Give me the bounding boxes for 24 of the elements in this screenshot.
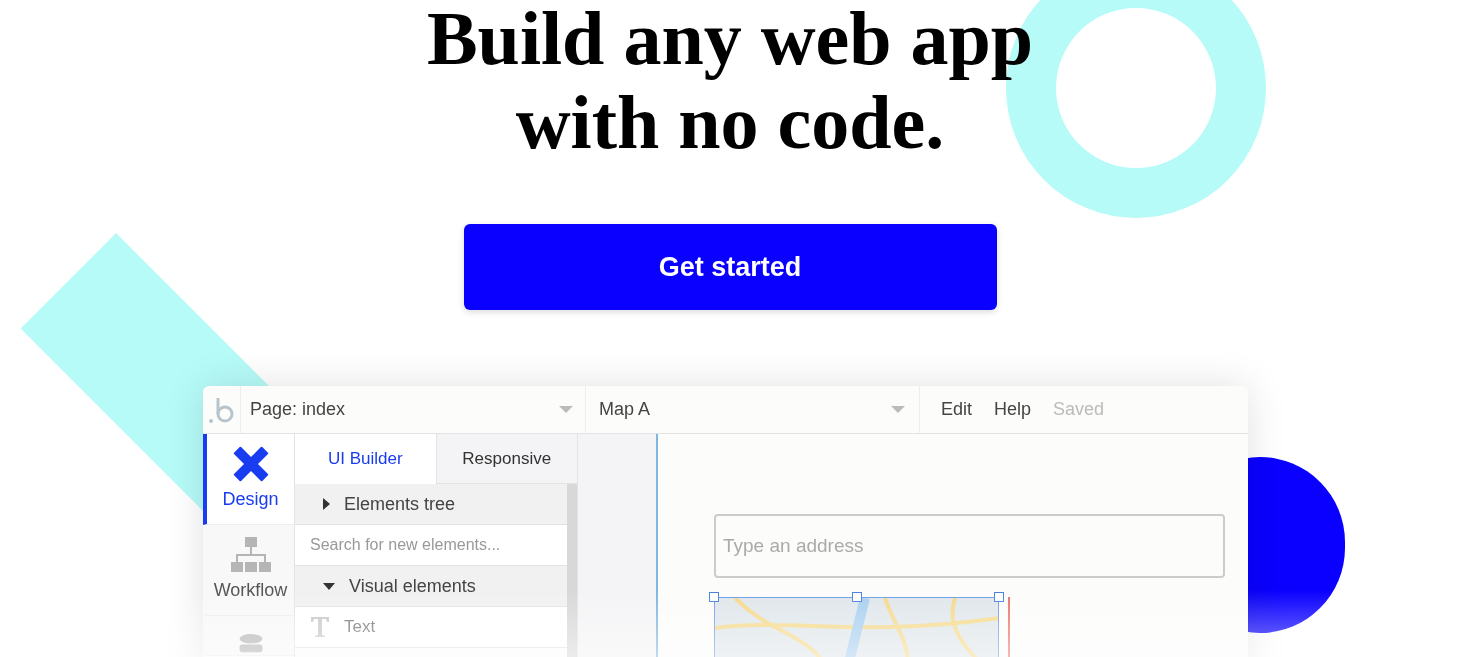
menu-item[interactable]: Help [994,396,1032,423]
page-dropdown[interactable]: Page: index [241,386,586,433]
resize-handle[interactable] [852,592,862,602]
caret-icon [891,405,905,414]
caret-right-icon [323,498,330,510]
search-field[interactable]: Search for new elements... [295,525,567,566]
workflow-icon [229,536,272,573]
tree-section[interactable]: Visual elements [295,566,567,607]
sidebar-tab[interactable]: Workflow [203,525,294,616]
scrollbar[interactable] [567,484,577,657]
caret-icon [559,405,573,414]
panel-tab[interactable]: Responsive [435,434,577,484]
hero-heading: Build any web app with no code. [425,0,1035,164]
get-started-button[interactable]: Get started [463,224,997,310]
guide-line [1008,597,1010,657]
resize-handle[interactable] [994,592,1004,602]
sidebar-tab[interactable]: Design [203,434,294,525]
menu-item[interactable]: Edit [941,396,973,423]
text-icon [310,616,330,638]
panel-tab[interactable]: UI Builder [295,434,436,484]
resize-handle[interactable] [709,592,719,602]
element-dropdown[interactable]: Map A [586,386,920,433]
save-status: Saved [1053,398,1105,421]
tree-section[interactable]: Elements tree [295,484,567,525]
